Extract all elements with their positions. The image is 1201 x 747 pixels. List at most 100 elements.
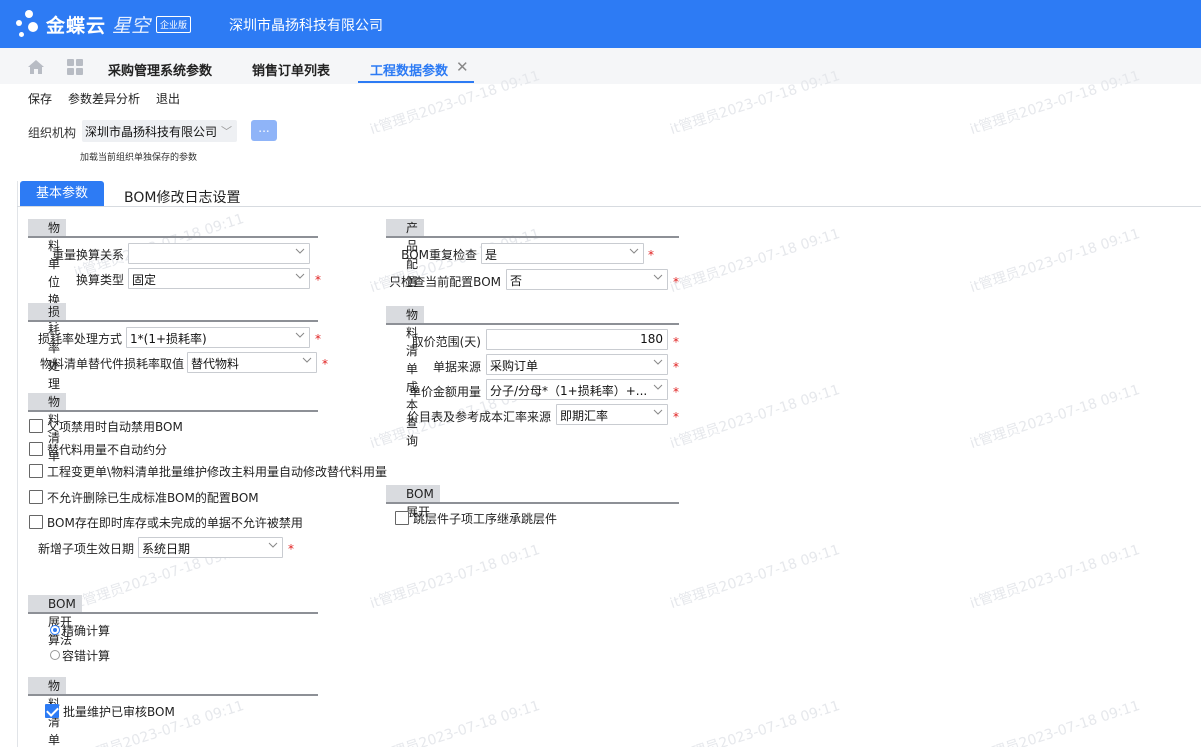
new-item-date-select[interactable]: 系统日期 <box>138 537 283 558</box>
no-auto-reduce-label: 替代料用量不自动约分 <box>47 443 168 457</box>
new-item-date-label: 新增子项生效日期 <box>37 542 134 556</box>
chevron-down-icon <box>653 384 663 390</box>
section-title: BOM展开 <box>386 485 440 519</box>
section-title: 损耗率处理 <box>28 303 67 391</box>
tolerant-calc-label: 容错计算 <box>62 649 111 663</box>
batch-audited-bom-label: 批量维护已审核BOM <box>63 705 175 719</box>
tolerant-calc-radio[interactable] <box>50 650 60 660</box>
price-range-input[interactable]: 180 <box>486 329 668 350</box>
tab-bom-log[interactable]: BOM修改日志设置 <box>124 187 240 207</box>
weight-conversion-select[interactable] <box>128 243 310 264</box>
chevron-down-icon: ﹀ <box>221 125 232 138</box>
save-button[interactable]: 保存 <box>28 90 52 107</box>
watermark: it管理员2023-07-18 09:11 <box>968 541 1142 612</box>
top-bar: 金蝶云 星空 企业版 深圳市晶扬科技有限公司 <box>0 0 1201 48</box>
no-delete-config-bom-label: 不允许删除已生成标准BOM的配置BOM <box>47 491 259 505</box>
required-mark: * <box>288 542 294 556</box>
input-value: 180 <box>640 332 663 346</box>
chevron-down-icon <box>653 274 663 280</box>
section-title: 物料清单批量维护 <box>28 677 67 747</box>
chevron-down-icon <box>295 332 305 338</box>
doc-source-label: 单据来源 <box>432 360 481 374</box>
no-disable-with-stock-checkbox[interactable] <box>29 515 43 529</box>
skip-level-inherit-label: 跳层件子项工序继承跳层件 <box>413 512 558 526</box>
substitute-loss-label: 物料清单替代件损耗率取值 <box>39 357 184 371</box>
price-range-label: 取价范围(天) <box>411 335 481 349</box>
select-value: 即期汇率 <box>560 409 609 423</box>
tabs-bar: 采购管理系统参数 销售订单列表 工程数据参数 ✕ <box>0 48 1201 84</box>
logo-icon <box>16 10 42 40</box>
batch-audited-bom-checkbox[interactable] <box>45 704 59 718</box>
section-title: BOM展开算法 <box>28 595 82 647</box>
org-hint: 加载当前组织单独保存的参数 <box>80 153 198 163</box>
unit-price-qty-select[interactable]: 分子/分母*（1+损耗率）+... <box>486 379 668 400</box>
watermark: it管理员2023-07-18 09:11 <box>368 541 542 612</box>
precise-calc-radio[interactable] <box>50 625 60 635</box>
bom-dup-check-label: BOM重复检查 <box>401 248 477 262</box>
brand-name: 金蝶云 <box>46 15 107 37</box>
no-auto-reduce-checkbox[interactable] <box>29 442 43 456</box>
section-title: 物料单位换算 <box>28 219 67 325</box>
required-mark: * <box>673 385 679 399</box>
org-more-button[interactable]: ... <box>251 120 277 141</box>
weight-conversion-label: 重量换算关系 <box>51 248 124 262</box>
chevron-down-icon <box>295 273 305 279</box>
tab-purchase-params[interactable]: 采购管理系统参数 <box>108 60 212 79</box>
chevron-down-icon <box>268 542 278 548</box>
select-value: 替代物料 <box>191 357 240 371</box>
section-title: 物料清单 <box>28 393 67 463</box>
conversion-type-label: 换算类型 <box>75 273 124 287</box>
watermark: it管理员2023-07-18 09:11 <box>668 381 842 452</box>
chevron-down-icon <box>653 359 663 365</box>
active-tab-indicator <box>358 81 474 83</box>
diff-analysis-button[interactable]: 参数差异分析 <box>68 90 140 107</box>
tab-basic-params[interactable]: 基本参数 <box>20 181 104 207</box>
required-mark: * <box>673 360 679 374</box>
select-value: 分子/分母*（1+损耗率）+... <box>490 384 648 398</box>
auto-modify-substitute-label: 工程变更单\物料清单批量维护修改主料用量自动修改替代料用量 <box>47 465 388 479</box>
no-delete-config-bom-checkbox[interactable] <box>29 490 43 504</box>
disable-bom-checkbox[interactable] <box>29 419 43 433</box>
panel-border <box>17 181 18 747</box>
bom-dup-check-select[interactable]: 是 <box>481 243 644 264</box>
required-mark: * <box>648 248 654 262</box>
check-current-bom-select[interactable]: 否 <box>506 269 668 290</box>
required-mark: * <box>322 357 328 371</box>
watermark: it管理员2023-07-18 09:11 <box>968 225 1142 296</box>
tab-sales-orders[interactable]: 销售订单列表 <box>252 60 330 79</box>
section-title: 产品配置 <box>386 219 425 289</box>
select-value: 是 <box>485 248 498 262</box>
chevron-down-icon <box>653 409 663 415</box>
substitute-loss-select[interactable]: 替代物料 <box>187 352 317 373</box>
org-value: 深圳市晶扬科技有限公司 <box>85 125 218 139</box>
conversion-type-select[interactable]: 固定 <box>128 268 310 289</box>
brand-sub: 星空 <box>112 15 151 37</box>
watermark: it管理员2023-07-18 09:11 <box>668 225 842 296</box>
doc-source-select[interactable]: 采购订单 <box>486 354 668 375</box>
select-value: 系统日期 <box>142 542 191 556</box>
exchange-rate-source-select[interactable]: 即期汇率 <box>556 404 668 425</box>
exit-button[interactable]: 退出 <box>156 90 180 107</box>
auto-modify-substitute-checkbox[interactable] <box>29 464 43 478</box>
loss-method-select[interactable]: 1*(1+损耗率) <box>126 327 310 348</box>
section-title: 物料清单成本查询 <box>386 306 425 448</box>
apps-grid-icon[interactable] <box>67 59 83 75</box>
watermark: it管理员2023-07-18 09:11 <box>968 697 1142 747</box>
close-tab-icon[interactable]: ✕ <box>456 58 469 76</box>
loss-method-label: 损耗率处理方式 <box>37 332 122 346</box>
company-name[interactable]: 深圳市晶扬科技有限公司 <box>229 15 383 35</box>
home-icon[interactable] <box>27 59 45 75</box>
select-value: 1*(1+损耗率) <box>130 332 207 346</box>
chevron-down-icon <box>302 357 312 363</box>
watermark: it管理员2023-07-18 09:11 <box>368 697 542 747</box>
disable-bom-label: 父项禁用时自动禁用BOM <box>47 420 183 434</box>
required-mark: * <box>673 410 679 424</box>
tab-engineering-params[interactable]: 工程数据参数 <box>370 60 448 79</box>
subtab-divider <box>17 206 1201 207</box>
skip-level-inherit-checkbox[interactable] <box>395 511 409 525</box>
watermark: it管理员2023-07-18 09:11 <box>968 381 1142 452</box>
required-mark: * <box>673 275 679 289</box>
unit-price-qty-label: 单价金额用量 <box>408 385 481 399</box>
chevron-down-icon <box>295 248 305 254</box>
org-select[interactable]: 深圳市晶扬科技有限公司 ﹀ <box>82 120 237 142</box>
